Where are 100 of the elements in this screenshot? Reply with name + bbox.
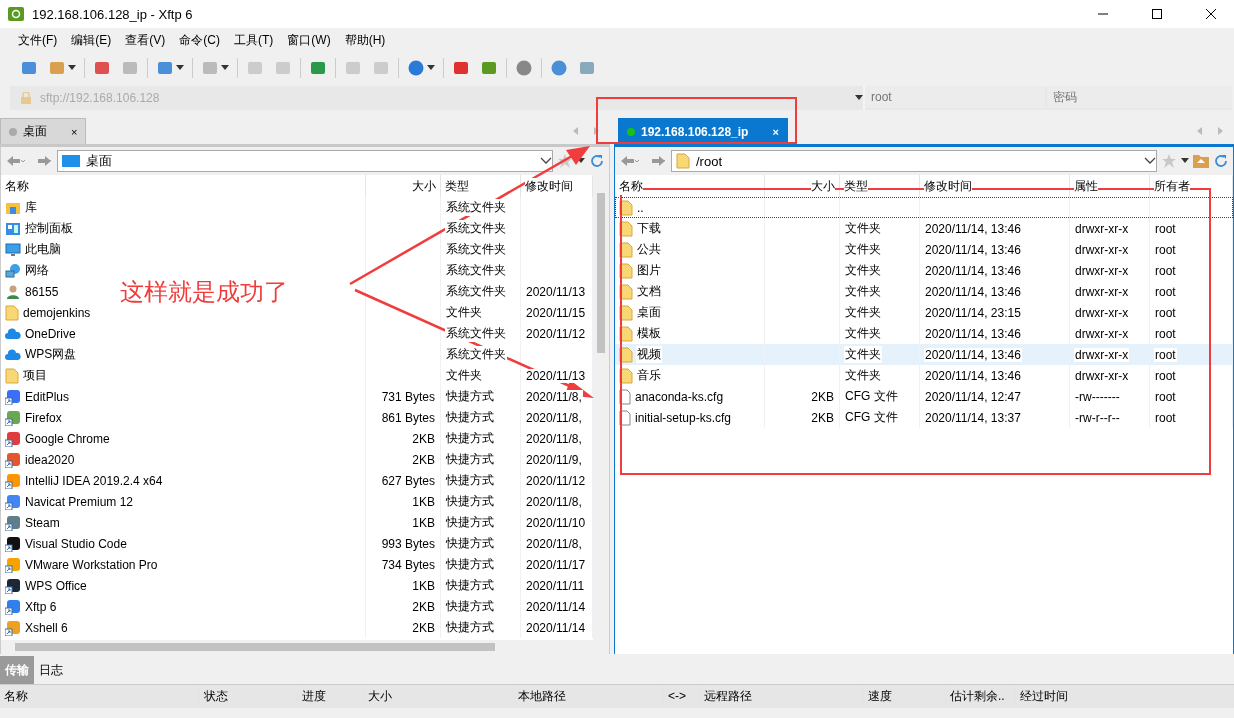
column-header[interactable]: 远程路径 [700,685,864,707]
file-name: WPS网盘 [24,346,78,363]
tab-label: 192.168.106.128_ip [641,124,749,139]
file-type: 文件夹 [445,304,483,321]
file-type: 系统文件夹 [445,346,507,363]
back-arrow-icon [619,154,641,168]
column-header[interactable]: 速度 [864,685,946,707]
file-type: 文件夹 [844,304,882,321]
file-permissions: drwxr-xr-x [1074,242,1130,257]
desktop-icon [62,154,80,168]
file-modified: 2020/11/14, 13:46 [924,242,1022,257]
file-size: 2KB [411,431,436,446]
file-modified: 2020/11/14, 13:46 [924,221,1022,236]
file-name: Google Chrome [24,431,111,446]
menu-item[interactable]: 工具(T) [228,29,280,51]
menu-item[interactable]: 命令(C) [173,29,226,51]
cloud-icon [5,346,21,363]
session-tab[interactable]: 192.168.106.128_ip × [618,118,788,144]
file-name: Xshell 6 [24,620,69,635]
file-modified: 2020/11/8, [525,431,583,446]
caret-icon [855,95,863,101]
file-type: 快捷方式 [445,535,495,552]
session-tab[interactable]: 桌面 × [0,118,87,144]
file-size: 1KB [411,494,436,509]
panel-tab[interactable]: 日志 [34,656,68,684]
column-header[interactable]: 大小 [412,177,436,195]
file-row[interactable]: initial-setup-ks.cfg 2KB CFG 文件 2020/11/14, 13:37 -rw-r--r-- root [615,407,1233,428]
file-name: 项目 [22,367,48,384]
column-header[interactable]: 类型 [844,177,868,195]
file-row[interactable]: 视频 文件夹 2020/11/14, 13:46 drwxr-xr-x root [615,344,1233,365]
path-field[interactable]: /root [671,150,1157,172]
column-header[interactable]: 经过时间 [1016,685,1234,707]
file-row[interactable]: 文档 文件夹 2020/11/14, 13:46 drwxr-xr-x root [615,281,1233,302]
menu-item[interactable]: 帮助(H) [338,29,392,51]
file-type: 系统文件夹 [445,241,507,258]
menu-item[interactable]: 查看(V) [119,29,172,51]
file-name: anaconda-ks.cfg [634,389,725,404]
caret-icon [68,65,76,71]
file-type: 快捷方式 [445,577,495,594]
star-icon [1161,153,1177,169]
username-field[interactable]: root [865,86,1045,108]
column-header[interactable]: 大小 [811,177,835,195]
file-icon [619,388,631,405]
column-header[interactable]: 名称 [0,685,200,707]
close-icon[interactable]: × [71,125,78,138]
file-type: 快捷方式 [445,472,495,489]
file-row[interactable]: 公共 文件夹 2020/11/14, 13:46 drwxr-xr-x root [615,239,1233,260]
app-shortcut-icon [5,619,21,636]
column-header[interactable]: 大小 [364,685,514,707]
file-permissions: drwxr-xr-x [1074,263,1130,278]
menu-item[interactable]: 编辑(E) [65,29,118,51]
column-header[interactable]: 名称 [619,177,643,195]
file-permissions: drwxr-xr-x [1074,326,1130,341]
file-row[interactable]: 桌面 文件夹 2020/11/14, 23:15 drwxr-xr-x root [615,302,1233,323]
app-shortcut-icon [5,451,21,468]
file-name: 此电脑 [24,241,62,258]
horizontal-scrollbar[interactable] [1,640,609,654]
file-name: 图片 [636,262,662,279]
app-shortcut-icon [5,430,21,447]
password-field[interactable]: 密码 [1047,86,1232,108]
menu-item[interactable]: 文件(F) [12,29,64,51]
file-modified: 2020/11/14 [525,620,587,635]
tab-label: 桌面 [23,123,47,140]
file-owner: root [1154,284,1177,299]
column-header[interactable]: 修改时间 [525,177,573,195]
path-field[interactable]: 桌面 [57,150,553,172]
file-row[interactable]: .. [615,197,1233,218]
column-header[interactable]: 状态 [200,685,298,707]
column-header[interactable]: 类型 [445,177,469,195]
file-type: 文件夹 [844,325,882,342]
file-row[interactable]: anaconda-ks.cfg 2KB CFG 文件 2020/11/14, 12:47 -rw------- root [615,386,1233,407]
file-name: 86155 [24,284,60,299]
menu-item[interactable]: 窗口(W) [281,29,337,51]
file-type: CFG 文件 [844,409,899,426]
column-header[interactable]: 进度 [298,685,364,707]
column-header[interactable]: 名称 [5,177,29,195]
column-header[interactable]: 估计剩余.. [946,685,1016,707]
column-header[interactable]: <-> [664,685,700,707]
file-size: 734 Bytes [380,557,436,572]
close-icon[interactable]: × [772,125,779,138]
file-type: 文件夹 [844,346,882,363]
refresh-icon [589,153,605,169]
annotation-text: 这样就是成功了 [120,277,288,307]
file-size: 1KB [411,578,436,593]
file-type: 快捷方式 [445,451,495,468]
column-header[interactable]: 属性 [1074,177,1098,195]
user-icon [5,283,21,300]
minimize-icon [1098,13,1108,15]
file-type: 快捷方式 [445,409,495,426]
file-row[interactable]: 音乐 文件夹 2020/11/14, 13:46 drwxr-xr-x root [615,365,1233,386]
file-type: 文件夹 [844,262,882,279]
file-row[interactable]: 图片 文件夹 2020/11/14, 13:46 drwxr-xr-x root [615,260,1233,281]
file-row[interactable]: 下载 文件夹 2020/11/14, 13:46 drwxr-xr-x root [615,218,1233,239]
file-owner: root [1154,305,1177,320]
file-size: 993 Bytes [380,536,436,551]
column-header[interactable]: 修改时间 [924,177,972,195]
file-modified: 2020/11/8, [525,494,583,509]
column-header[interactable]: 所有者 [1154,177,1190,195]
file-type: 文件夹 [844,283,882,300]
column-header[interactable]: 本地路径 [514,685,664,707]
